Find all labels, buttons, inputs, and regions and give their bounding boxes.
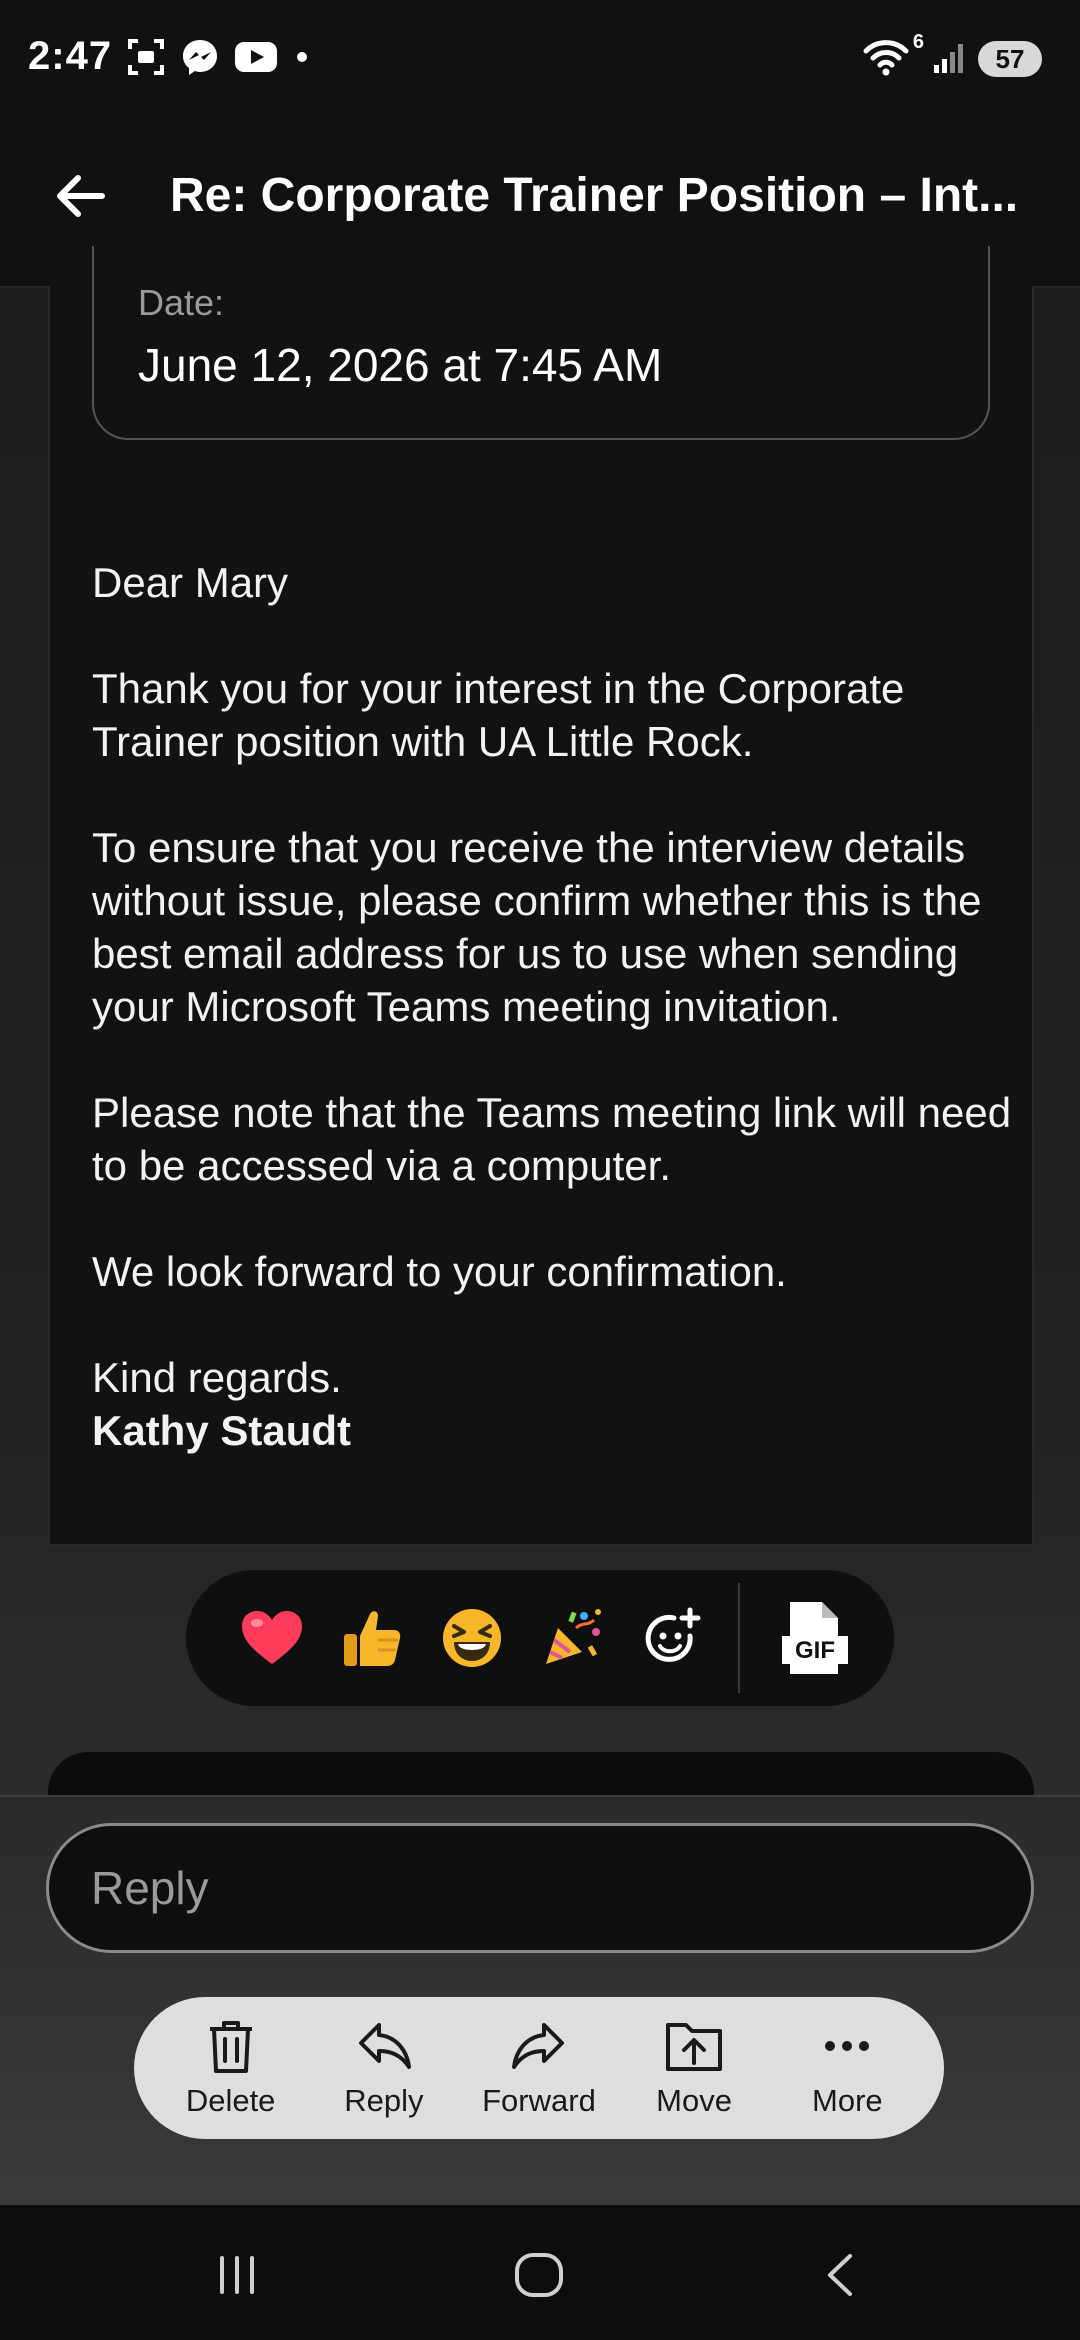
forward-icon bbox=[511, 2023, 564, 2069]
gif-icon[interactable]: GIF bbox=[762, 1588, 862, 1688]
message-body: Dear Mary Thank you for your interest in… bbox=[92, 556, 1012, 1457]
wifi-badge: 6 bbox=[912, 30, 924, 53]
recents-button[interactable] bbox=[192, 2235, 282, 2315]
reaction-bar: GIF bbox=[186, 1570, 894, 1706]
wifi-icon: 6 bbox=[862, 31, 924, 82]
paragraph-3: Please note that the Teams meeting link … bbox=[92, 1089, 1012, 1189]
reply-label: Reply bbox=[344, 2083, 424, 2118]
heart-icon[interactable] bbox=[222, 1588, 322, 1688]
system-nav-bar bbox=[0, 2205, 1080, 2340]
action-toolbar: Delete Reply Forward Move More bbox=[134, 1997, 944, 2139]
trash-icon bbox=[209, 2021, 252, 2073]
notification-dot-icon bbox=[292, 47, 312, 72]
thumbs-up-icon[interactable] bbox=[322, 1588, 422, 1688]
date-label: Date: bbox=[138, 282, 225, 323]
more-label: More bbox=[812, 2083, 883, 2118]
forward-button[interactable]: Forward bbox=[482, 2017, 596, 2119]
gif-label: GIF bbox=[795, 1637, 835, 1664]
add-reaction-icon[interactable] bbox=[622, 1588, 722, 1688]
signal-icon bbox=[932, 39, 968, 80]
battery-icon: 57 bbox=[978, 41, 1042, 77]
screenshot-icon bbox=[126, 37, 166, 82]
system-back-button[interactable] bbox=[796, 2235, 886, 2315]
paragraph-2: To ensure that you receive the interview… bbox=[92, 824, 982, 1030]
move-label: Move bbox=[656, 2083, 732, 2118]
signature: Kathy Staudt bbox=[92, 1407, 352, 1454]
back-button[interactable] bbox=[44, 160, 116, 232]
reaction-list bbox=[222, 1588, 722, 1688]
reply-button[interactable]: Reply bbox=[329, 2017, 439, 2119]
move-folder-icon bbox=[666, 2023, 723, 2071]
status-time: 2:47 bbox=[28, 34, 113, 78]
message-details-box[interactable]: Date: June 12, 2026 at 7:45 AM bbox=[92, 246, 990, 440]
delete-label: Delete bbox=[185, 2083, 276, 2118]
home-icon bbox=[515, 2253, 563, 2297]
closing: Kind regards. bbox=[92, 1354, 342, 1401]
reply-area: Reply Delete Reply Forward Move More bbox=[0, 1795, 1080, 2207]
paragraph-1: Thank you for your interest in the Corpo… bbox=[92, 665, 905, 765]
laughing-face-icon[interactable] bbox=[422, 1588, 522, 1688]
paragraph-4: We look forward to your confirmation. bbox=[92, 1248, 787, 1295]
status-bar: 2:47 6 57 bbox=[0, 0, 1080, 120]
system-icons: 6 57 bbox=[862, 31, 1042, 82]
email-screen: 2:47 6 57 Re: Corporate Trainer Position… bbox=[0, 0, 1080, 2340]
forward-label: Forward bbox=[482, 2083, 596, 2118]
more-button[interactable]: More bbox=[792, 2017, 902, 2119]
recents-icon bbox=[220, 2256, 254, 2294]
email-subject: Re: Corporate Trainer Position – Int... bbox=[170, 169, 1019, 222]
more-dots-icon bbox=[825, 2041, 870, 2051]
message-card: Date: June 12, 2026 at 7:45 AM Dear Mary… bbox=[48, 246, 1034, 1546]
reaction-divider bbox=[738, 1583, 740, 1693]
messenger-icon bbox=[180, 37, 220, 82]
youtube-icon bbox=[234, 40, 278, 79]
notification-icons bbox=[126, 38, 312, 80]
greeting: Dear Mary bbox=[92, 559, 289, 606]
move-button[interactable]: Move bbox=[639, 2017, 749, 2119]
party-popper-icon[interactable] bbox=[522, 1588, 622, 1688]
date-value: June 12, 2026 at 7:45 AM bbox=[138, 339, 663, 391]
home-button[interactable] bbox=[494, 2235, 584, 2315]
delete-button[interactable]: Delete bbox=[176, 2017, 286, 2119]
arrow-left-icon bbox=[57, 175, 105, 217]
reply-icon bbox=[358, 2023, 411, 2069]
reply-input[interactable]: Reply bbox=[46, 1823, 1034, 1953]
back-chevron-icon bbox=[828, 2254, 852, 2296]
